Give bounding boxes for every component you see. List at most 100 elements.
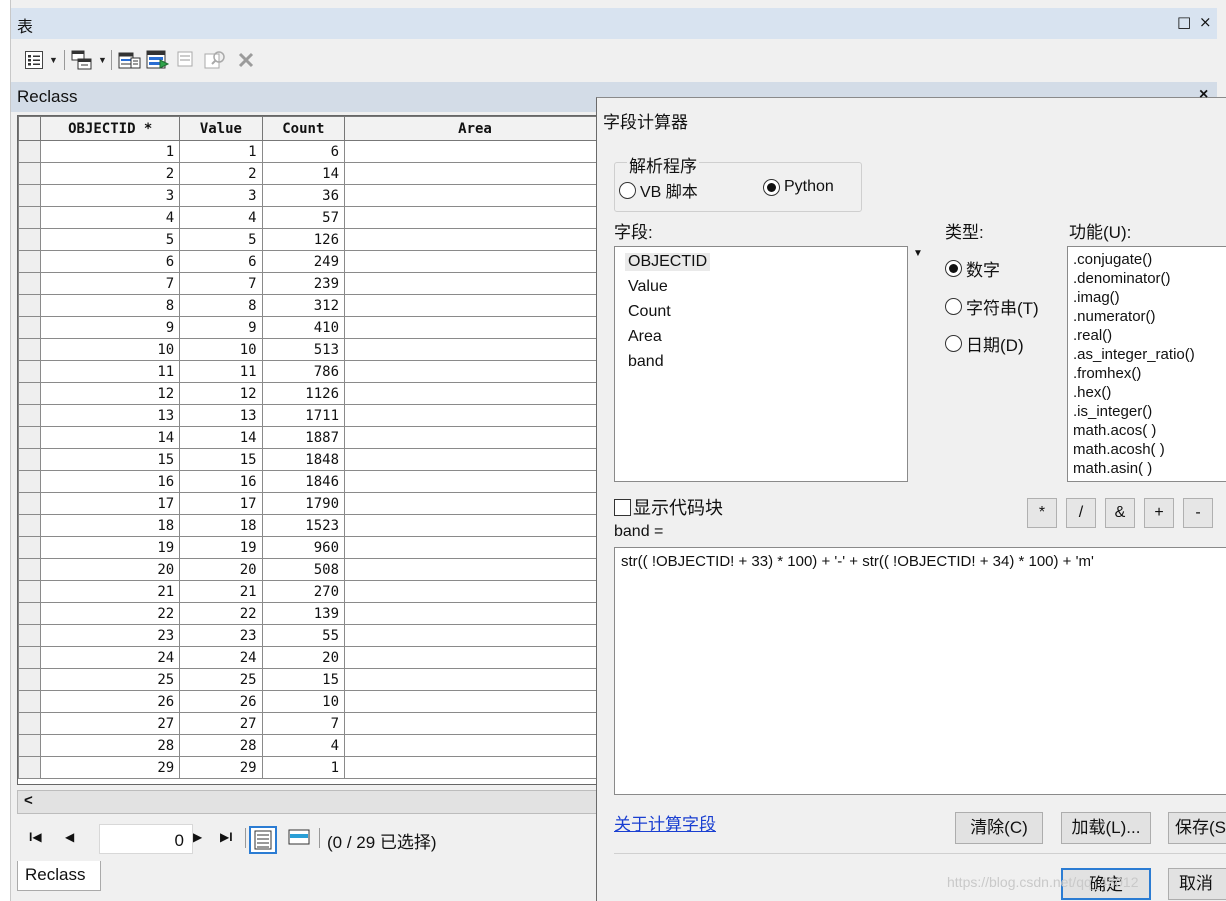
fields-list[interactable]: OBJECTID Value Count Area band <box>614 246 908 482</box>
minus-button[interactable]: - <box>1183 498 1213 528</box>
cell-count[interactable]: 7 <box>261 712 346 735</box>
cell-value[interactable]: 17 <box>179 492 263 515</box>
function-item[interactable]: math.asin( ) <box>1073 459 1152 478</box>
table-row[interactable]: 7 7 239 <box>18 272 606 295</box>
table-row[interactable]: 27 27 7 <box>18 712 606 735</box>
function-item[interactable]: math.acosh( ) <box>1073 440 1165 459</box>
table-row[interactable]: 19 19 960 <box>18 536 606 559</box>
next-record-icon[interactable]: ▶ <box>193 830 202 844</box>
scroll-left-icon[interactable]: < <box>24 792 33 809</box>
cell-value[interactable]: 14 <box>179 426 263 449</box>
cell-objectid[interactable]: 8 <box>40 294 181 317</box>
table-row[interactable]: 2 2 14 <box>18 162 606 185</box>
table-row[interactable]: 17 17 1790 <box>18 492 606 515</box>
parser-vbscript-radio[interactable]: VB 脚本 <box>619 178 698 202</box>
cell-objectid[interactable]: 5 <box>40 228 181 251</box>
cell-objectid[interactable]: 7 <box>40 272 181 295</box>
function-item[interactable]: .denominator() <box>1073 269 1171 288</box>
cell-count[interactable]: 249 <box>261 250 346 273</box>
cell-value[interactable]: 2 <box>179 162 263 185</box>
table-row[interactable]: 21 21 270 <box>18 580 606 603</box>
cell-area[interactable] <box>344 756 606 779</box>
cell-objectid[interactable]: 2 <box>40 162 181 185</box>
row-selector[interactable] <box>18 470 42 493</box>
select-all-cell[interactable] <box>18 116 42 141</box>
table-row[interactable]: 13 13 1711 <box>18 404 606 427</box>
cell-area[interactable] <box>344 184 606 207</box>
cell-area[interactable] <box>344 580 606 603</box>
cell-count[interactable]: 10 <box>261 690 346 713</box>
cell-count[interactable]: 1711 <box>261 404 346 427</box>
cell-area[interactable] <box>344 426 606 449</box>
layer-tab-reclass[interactable]: Reclass <box>17 861 101 891</box>
cell-area[interactable] <box>344 338 606 361</box>
cell-value[interactable]: 18 <box>179 514 263 537</box>
function-item[interactable]: .as_integer_ratio() <box>1073 345 1195 364</box>
clear-selection-icon[interactable] <box>176 50 196 70</box>
table-row[interactable]: 11 11 786 <box>18 360 606 383</box>
type-string-radio[interactable]: 字符串(T) <box>945 294 1039 319</box>
cell-count[interactable]: 513 <box>261 338 346 361</box>
multiply-button[interactable]: * <box>1027 498 1057 528</box>
cell-area[interactable] <box>344 228 606 251</box>
cell-count[interactable]: 1126 <box>261 382 346 405</box>
row-selector[interactable] <box>18 602 42 625</box>
cell-area[interactable] <box>344 316 606 339</box>
cell-objectid[interactable]: 4 <box>40 206 181 229</box>
row-selector[interactable] <box>18 712 42 735</box>
table-row[interactable]: 20 20 508 <box>18 558 606 581</box>
function-item[interactable]: .fromhex() <box>1073 364 1141 383</box>
cell-area[interactable] <box>344 668 606 691</box>
function-item[interactable]: .hex() <box>1073 383 1111 402</box>
first-record-icon[interactable]: I◀ <box>29 830 42 844</box>
cell-objectid[interactable]: 11 <box>40 360 181 383</box>
cell-value[interactable]: 10 <box>179 338 263 361</box>
row-selector[interactable] <box>18 492 42 515</box>
expression-editor[interactable]: str(( !OBJECTID! + 33) * 100) + '-' + st… <box>614 547 1226 795</box>
cell-count[interactable]: 1790 <box>261 492 346 515</box>
related-tables-dropdown-icon[interactable]: ▼ <box>98 55 107 65</box>
cell-area[interactable] <box>344 250 606 273</box>
horizontal-scrollbar[interactable]: < <box>17 790 607 814</box>
cell-area[interactable] <box>344 206 606 229</box>
cell-count[interactable]: 270 <box>261 580 346 603</box>
table-row[interactable]: 4 4 57 <box>18 206 606 229</box>
cell-area[interactable] <box>344 514 606 537</box>
cell-value[interactable]: 22 <box>179 602 263 625</box>
zoom-to-selected-icon[interactable] <box>204 50 228 70</box>
table-row[interactable]: 25 25 15 <box>18 668 606 691</box>
load-button[interactable]: 加载(L)... <box>1061 812 1151 844</box>
close-window-icon[interactable]: × <box>1199 13 1212 31</box>
field-item-band[interactable]: band <box>625 353 667 371</box>
cell-area[interactable] <box>344 272 606 295</box>
cell-value[interactable]: 28 <box>179 734 263 757</box>
column-header-count[interactable]: Count <box>261 116 346 141</box>
column-header-objectid[interactable]: OBJECTID * <box>40 116 181 141</box>
layer-close-icon[interactable]: × <box>1199 86 1208 104</box>
cell-objectid[interactable]: 28 <box>40 734 181 757</box>
cell-count[interactable]: 6 <box>261 140 346 163</box>
cell-value[interactable]: 19 <box>179 536 263 559</box>
field-item-objectid[interactable]: OBJECTID <box>625 253 711 271</box>
functions-list[interactable]: .conjugate() .denominator() .imag() .numera… <box>1067 246 1226 482</box>
cell-area[interactable] <box>344 646 606 669</box>
column-header-area[interactable]: Area <box>344 116 606 141</box>
cell-count[interactable]: 1 <box>261 756 346 779</box>
table-row[interactable]: 14 14 1887 <box>18 426 606 449</box>
cell-count[interactable]: 36 <box>261 184 346 207</box>
cell-area[interactable] <box>344 558 606 581</box>
row-selector[interactable] <box>18 316 42 339</box>
row-selector[interactable] <box>18 734 42 757</box>
cell-value[interactable]: 13 <box>179 404 263 427</box>
cell-objectid[interactable]: 18 <box>40 514 181 537</box>
current-record-field[interactable]: 0 <box>99 824 193 854</box>
table-row[interactable]: 116 <box>18 140 606 163</box>
cell-area[interactable] <box>344 602 606 625</box>
table-row[interactable]: 9 9 410 <box>18 316 606 339</box>
table-row[interactable]: 16 16 1846 <box>18 470 606 493</box>
cell-value[interactable]: 29 <box>179 756 263 779</box>
row-selector[interactable] <box>18 624 42 647</box>
cell-area[interactable] <box>344 404 606 427</box>
cell-area[interactable] <box>344 140 606 163</box>
function-item[interactable]: .conjugate() <box>1073 250 1152 269</box>
